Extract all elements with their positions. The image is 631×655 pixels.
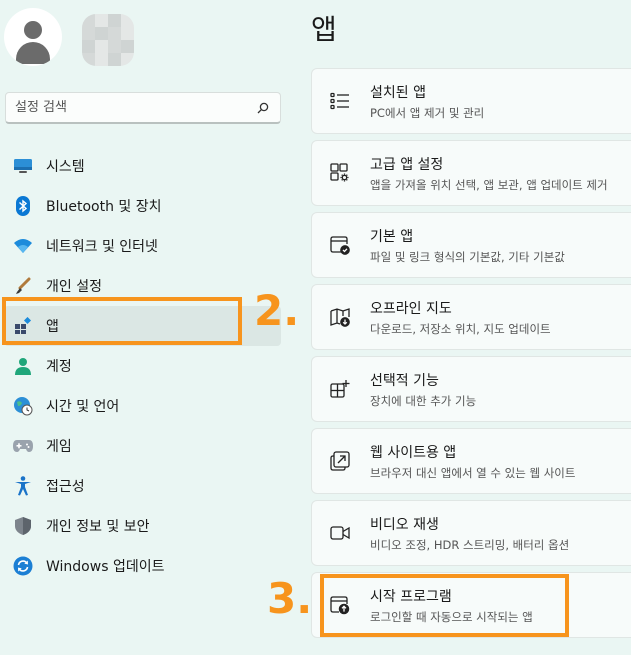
sidebar-item-label: 개인 정보 및 보안 <box>46 519 150 535</box>
sidebar-item-accessibility[interactable]: 접근성 <box>0 466 290 506</box>
sidebar-item-label: 계정 <box>46 359 72 375</box>
wifi-icon <box>12 235 34 257</box>
settings-search-box[interactable] <box>5 92 281 124</box>
card-startup[interactable]: 시작 프로그램 로그인할 때 자동으로 시작되는 앱 <box>311 572 631 638</box>
card-subtitle: 앱을 가져올 위치 선택, 앱 보관, 앱 업데이트 제거 <box>370 177 608 192</box>
sidebar-item-label: 앱 <box>46 319 59 335</box>
sidebar-item-time-language[interactable]: 시간 및 언어 <box>0 386 290 426</box>
gamepad-icon <box>12 435 34 457</box>
card-subtitle: 브라우저 대신 앱에서 열 수 있는 웹 사이트 <box>370 465 576 480</box>
sidebar-item-windows-update[interactable]: Windows 업데이트 <box>0 546 290 586</box>
card-title: 설치된 앱 <box>370 84 426 101</box>
card-title: 비디오 재생 <box>370 516 439 533</box>
card-video-playback[interactable]: 비디오 재생 비디오 조정, HDR 스트리밍, 배터리 옵션 <box>311 500 631 566</box>
globe-clock-icon <box>12 395 34 417</box>
list-icon <box>329 90 351 112</box>
sidebar-item-accounts[interactable]: 계정 <box>0 346 290 386</box>
card-title: 오프라인 지도 <box>370 300 452 317</box>
person-icon <box>12 355 34 377</box>
search-input[interactable] <box>15 100 255 115</box>
sidebar-item-label: 네트워크 및 인터넷 <box>46 239 158 255</box>
card-title: 기본 앱 <box>370 228 414 245</box>
sidebar-item-label: Bluetooth 및 장치 <box>46 199 162 215</box>
sidebar-item-network[interactable]: 네트워크 및 인터넷 <box>0 226 290 266</box>
open-in-app-icon <box>329 450 351 472</box>
card-subtitle: 다운로드, 저장소 위치, 지도 업데이트 <box>370 321 551 336</box>
sidebar-item-label: 접근성 <box>46 479 85 495</box>
card-title: 시작 프로그램 <box>370 588 452 605</box>
user-avatar[interactable] <box>4 8 62 66</box>
sidebar-item-label: 게임 <box>46 439 72 455</box>
apps-icon <box>12 315 34 337</box>
search-icon[interactable] <box>255 100 271 116</box>
avatar-body <box>16 42 50 64</box>
card-title: 웹 사이트용 앱 <box>370 444 457 461</box>
accessibility-icon <box>12 475 34 497</box>
sidebar-item-label: 시간 및 언어 <box>46 399 120 415</box>
card-title: 고급 앱 설정 <box>370 156 444 173</box>
sidebar-item-label: 개인 설정 <box>46 279 102 295</box>
bluetooth-icon <box>12 195 34 217</box>
sidebar-item-system[interactable]: 시스템 <box>0 146 290 186</box>
card-offline-maps[interactable]: 오프라인 지도 다운로드, 저장소 위치, 지도 업데이트 <box>311 284 631 350</box>
sidebar-item-gaming[interactable]: 게임 <box>0 426 290 466</box>
sidebar-item-apps[interactable]: 앱 <box>4 306 281 346</box>
step2-label: 2. <box>254 286 300 335</box>
sidebar-item-label: 시스템 <box>46 159 85 175</box>
card-default-apps[interactable]: 기본 앱 파일 및 링크 형식의 기본값, 기타 기본값 <box>311 212 631 278</box>
card-subtitle: 파일 및 링크 형식의 기본값, 기타 기본값 <box>370 249 565 264</box>
card-title: 선택적 기능 <box>370 372 439 389</box>
sidebar-item-privacy[interactable]: 개인 정보 및 보안 <box>0 506 290 546</box>
step3-label: 3. <box>267 574 313 623</box>
shield-icon <box>12 515 34 537</box>
startup-icon <box>329 594 351 616</box>
card-subtitle: PC에서 앱 제거 및 관리 <box>370 105 485 120</box>
blurred-user-name <box>82 14 134 66</box>
sidebar-nav: 시스템 Bluetooth 및 장치 네트워크 및 인터넷 개인 설정 앱 계정 <box>0 146 290 586</box>
avatar-head <box>24 21 42 39</box>
card-optional-features[interactable]: 선택적 기능 장치에 대한 추가 기능 <box>311 356 631 422</box>
default-apps-icon <box>329 234 351 256</box>
map-download-icon <box>329 306 351 328</box>
update-icon <box>12 555 34 577</box>
sidebar-item-label: Windows 업데이트 <box>46 559 165 575</box>
card-apps-for-websites[interactable]: 웹 사이트용 앱 브라우저 대신 앱에서 열 수 있는 웹 사이트 <box>311 428 631 494</box>
card-installed-apps[interactable]: 설치된 앱 PC에서 앱 제거 및 관리 <box>311 68 631 134</box>
video-icon <box>329 522 351 544</box>
sidebar-item-bluetooth[interactable]: Bluetooth 및 장치 <box>0 186 290 226</box>
card-subtitle: 로그인할 때 자동으로 시작되는 앱 <box>370 609 533 624</box>
page-title: 앱 <box>311 13 337 46</box>
card-advanced-app-settings[interactable]: 고급 앱 설정 앱을 가져올 위치 선택, 앱 보관, 앱 업데이트 제거 <box>311 140 631 206</box>
card-subtitle: 비디오 조정, HDR 스트리밍, 배터리 옵션 <box>370 537 570 552</box>
app-settings-icon <box>329 162 351 184</box>
card-subtitle: 장치에 대한 추가 기능 <box>370 393 477 408</box>
monitor-icon <box>12 155 34 177</box>
add-grid-icon <box>329 378 351 400</box>
brush-icon <box>12 275 34 297</box>
sidebar-item-personalization[interactable]: 개인 설정 <box>0 266 290 306</box>
